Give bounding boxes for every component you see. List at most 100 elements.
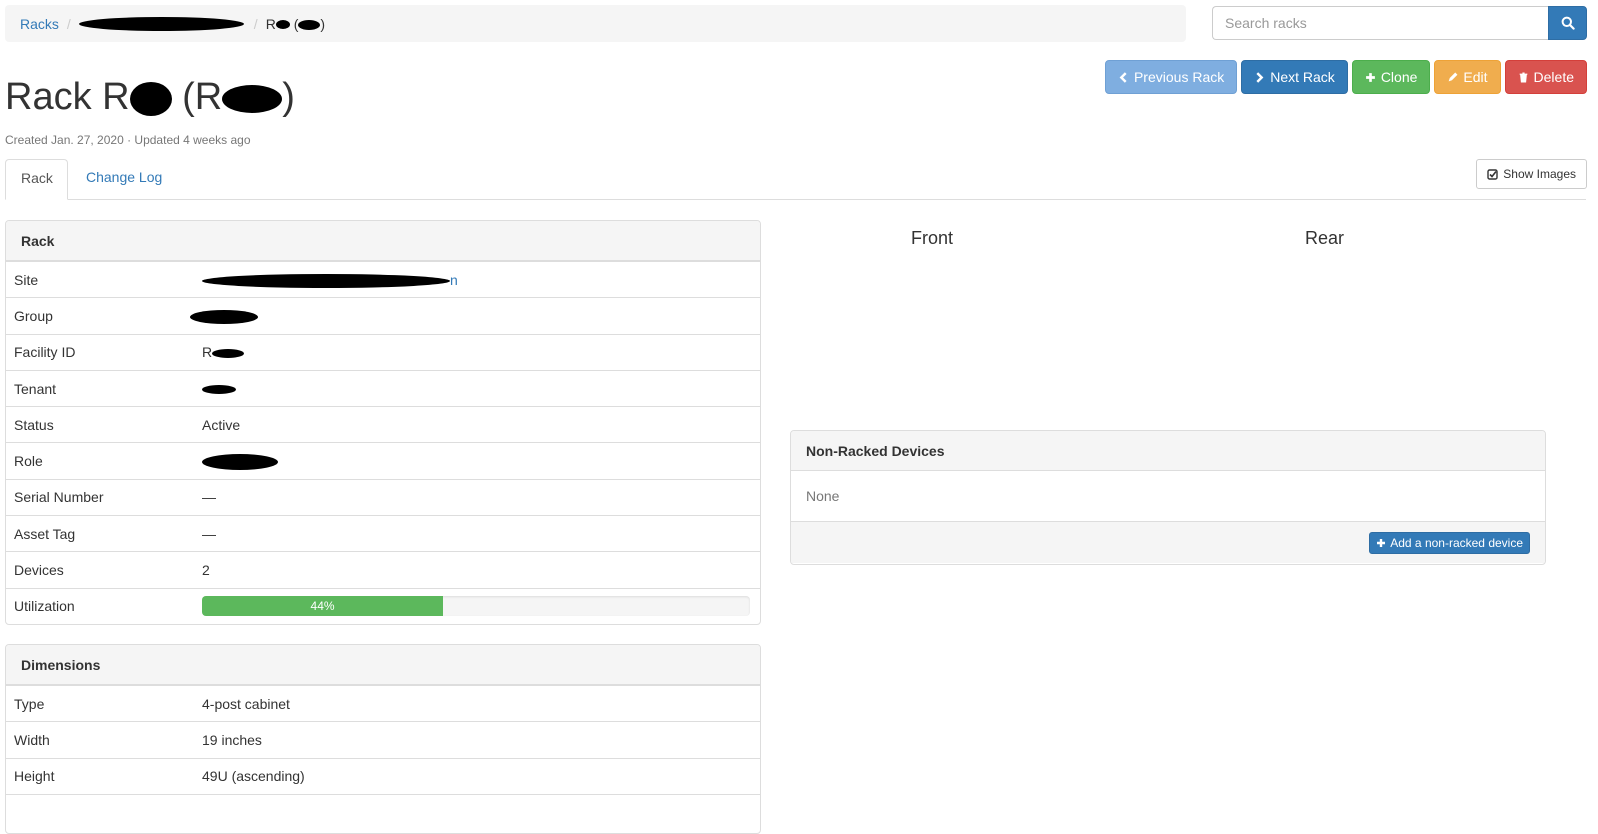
search-icon (1561, 16, 1575, 30)
tab-change-log[interactable]: Change Log (71, 159, 177, 200)
breadcrumb-separator: / (253, 15, 258, 32)
action-buttons: Previous Rack Next Rack Clone Edit Delet… (1104, 60, 1587, 94)
breadcrumb-racks-link[interactable]: Racks (20, 16, 59, 32)
rack-panel: Rack Site n Group Facility ID R Tenant S… (5, 220, 761, 625)
table-row: Width 19 inches (6, 721, 760, 757)
show-images-label: Show Images (1503, 167, 1576, 181)
tenant-value[interactable] (202, 381, 760, 397)
pencil-icon (1449, 72, 1458, 81)
redaction-mark (212, 349, 245, 359)
rack-panel-heading: Rack (6, 221, 760, 261)
utilization-value: 44% (202, 596, 760, 617)
table-row: Role (6, 442, 760, 478)
row-label: Site (14, 271, 39, 288)
non-racked-footer: Add a non-racked device (791, 521, 1545, 563)
add-non-racked-device-label: Add a non-racked device (1390, 536, 1523, 550)
breadcrumb-separator: / (66, 15, 71, 32)
table-row: Devices 2 (6, 551, 760, 587)
table-row: Serial Number — (6, 478, 760, 515)
dimensions-panel: Dimensions Type 4-post cabinet Width 19 … (5, 644, 761, 834)
table-row: Status Active (6, 406, 760, 442)
delete-label: Delete (1533, 69, 1574, 85)
chevron-right-icon (1256, 71, 1264, 83)
row-label: Asset Tag (14, 525, 76, 542)
row-label: Role (14, 453, 43, 470)
front-face-heading: Front (911, 228, 954, 248)
site-link-tail[interactable]: n (450, 272, 458, 288)
type-value: 4-post cabinet (202, 695, 290, 712)
redaction-mark (275, 20, 290, 30)
checkbox-checked-icon (1487, 168, 1498, 180)
facility-id-prefix: R (202, 344, 213, 361)
redaction-mark (222, 84, 283, 113)
row-label: Height (14, 768, 55, 785)
table-row: Facility ID R (6, 333, 760, 370)
row-label: Tenant (14, 380, 57, 397)
devices-count-link[interactable]: 2 (202, 562, 760, 578)
row-label: Type (14, 695, 45, 712)
edit-button[interactable]: Edit (1434, 60, 1501, 94)
asset-tag-value: — (202, 525, 216, 542)
tab-rack[interactable]: Rack (5, 159, 68, 200)
width-value: 19 inches (202, 731, 262, 748)
previous-rack-button[interactable]: Previous Rack (1104, 60, 1238, 94)
search-input[interactable] (1212, 6, 1548, 40)
table-row: Asset Tag — (6, 515, 760, 551)
redaction-mark (129, 81, 172, 116)
table-row: Type 4-post cabinet (6, 685, 760, 721)
table-row: Height 49U (ascending) (6, 757, 760, 794)
utilization-progress-bar: 44% (202, 596, 444, 617)
site-value[interactable]: n (202, 272, 760, 288)
add-non-racked-device-button[interactable]: Add a non-racked device (1369, 532, 1530, 554)
breadcrumb-current: R () (265, 15, 326, 32)
page-title-suffix: ) (282, 76, 295, 118)
plus-icon (1365, 72, 1375, 82)
breadcrumb-current-prefix: R (265, 15, 276, 32)
row-label: Devices (14, 562, 64, 579)
height-value: 49U (ascending) (202, 768, 305, 785)
redaction-mark (298, 19, 321, 30)
tab-bar: Rack Change Log (5, 159, 1586, 200)
redacted-group-link[interactable] (190, 310, 258, 325)
table-row: Group (6, 297, 760, 333)
table-row: Site n (6, 261, 760, 297)
page-title-prefix: Rack R (5, 76, 130, 118)
clone-button[interactable]: Clone (1351, 60, 1431, 94)
next-rack-label: Next Rack (1270, 69, 1335, 85)
table-row (6, 793, 760, 830)
row-label: Group (14, 307, 53, 324)
redacted-role-link[interactable] (202, 453, 278, 470)
created-updated-meta: Created Jan. 27, 2020 · Updated 4 weeks … (5, 133, 251, 147)
non-racked-empty-text: None (806, 488, 840, 504)
group-value[interactable] (190, 308, 760, 325)
row-label: Facility ID (14, 344, 76, 361)
clone-label: Clone (1380, 69, 1418, 85)
next-rack-button[interactable]: Next Rack (1241, 60, 1348, 94)
serial-number-value: — (202, 489, 216, 506)
dimensions-panel-heading: Dimensions (6, 645, 760, 685)
page-title-mid: (R (171, 76, 223, 118)
breadcrumb-current-suffix: ) (320, 15, 326, 32)
delete-button[interactable]: Delete (1504, 60, 1587, 94)
redacted-site-link[interactable] (78, 16, 244, 31)
facility-id-value: R (202, 344, 760, 360)
row-label: Serial Number (14, 489, 104, 506)
plus-icon (1377, 539, 1386, 547)
previous-rack-label: Previous Rack (1133, 69, 1225, 85)
search-button[interactable] (1548, 6, 1587, 40)
table-row: Utilization 44% (6, 587, 760, 624)
search-form (1212, 6, 1587, 40)
non-racked-devices-panel: Non-Racked Devices None Add a non-racked… (790, 430, 1546, 565)
page-title: Rack R (R) (5, 76, 295, 119)
trash-icon (1519, 72, 1527, 82)
row-label: Width (14, 731, 50, 748)
breadcrumb: Racks / / R () (5, 5, 1186, 42)
redacted-tenant-link[interactable] (202, 385, 236, 395)
show-images-button[interactable]: Show Images (1476, 159, 1587, 189)
redacted-site-link[interactable] (202, 273, 450, 288)
table-row: Tenant (6, 369, 760, 406)
non-racked-devices-heading: Non-Racked Devices (791, 431, 1545, 471)
edit-label: Edit (1463, 69, 1488, 85)
role-value[interactable] (202, 452, 760, 470)
chevron-left-icon (1119, 71, 1127, 83)
